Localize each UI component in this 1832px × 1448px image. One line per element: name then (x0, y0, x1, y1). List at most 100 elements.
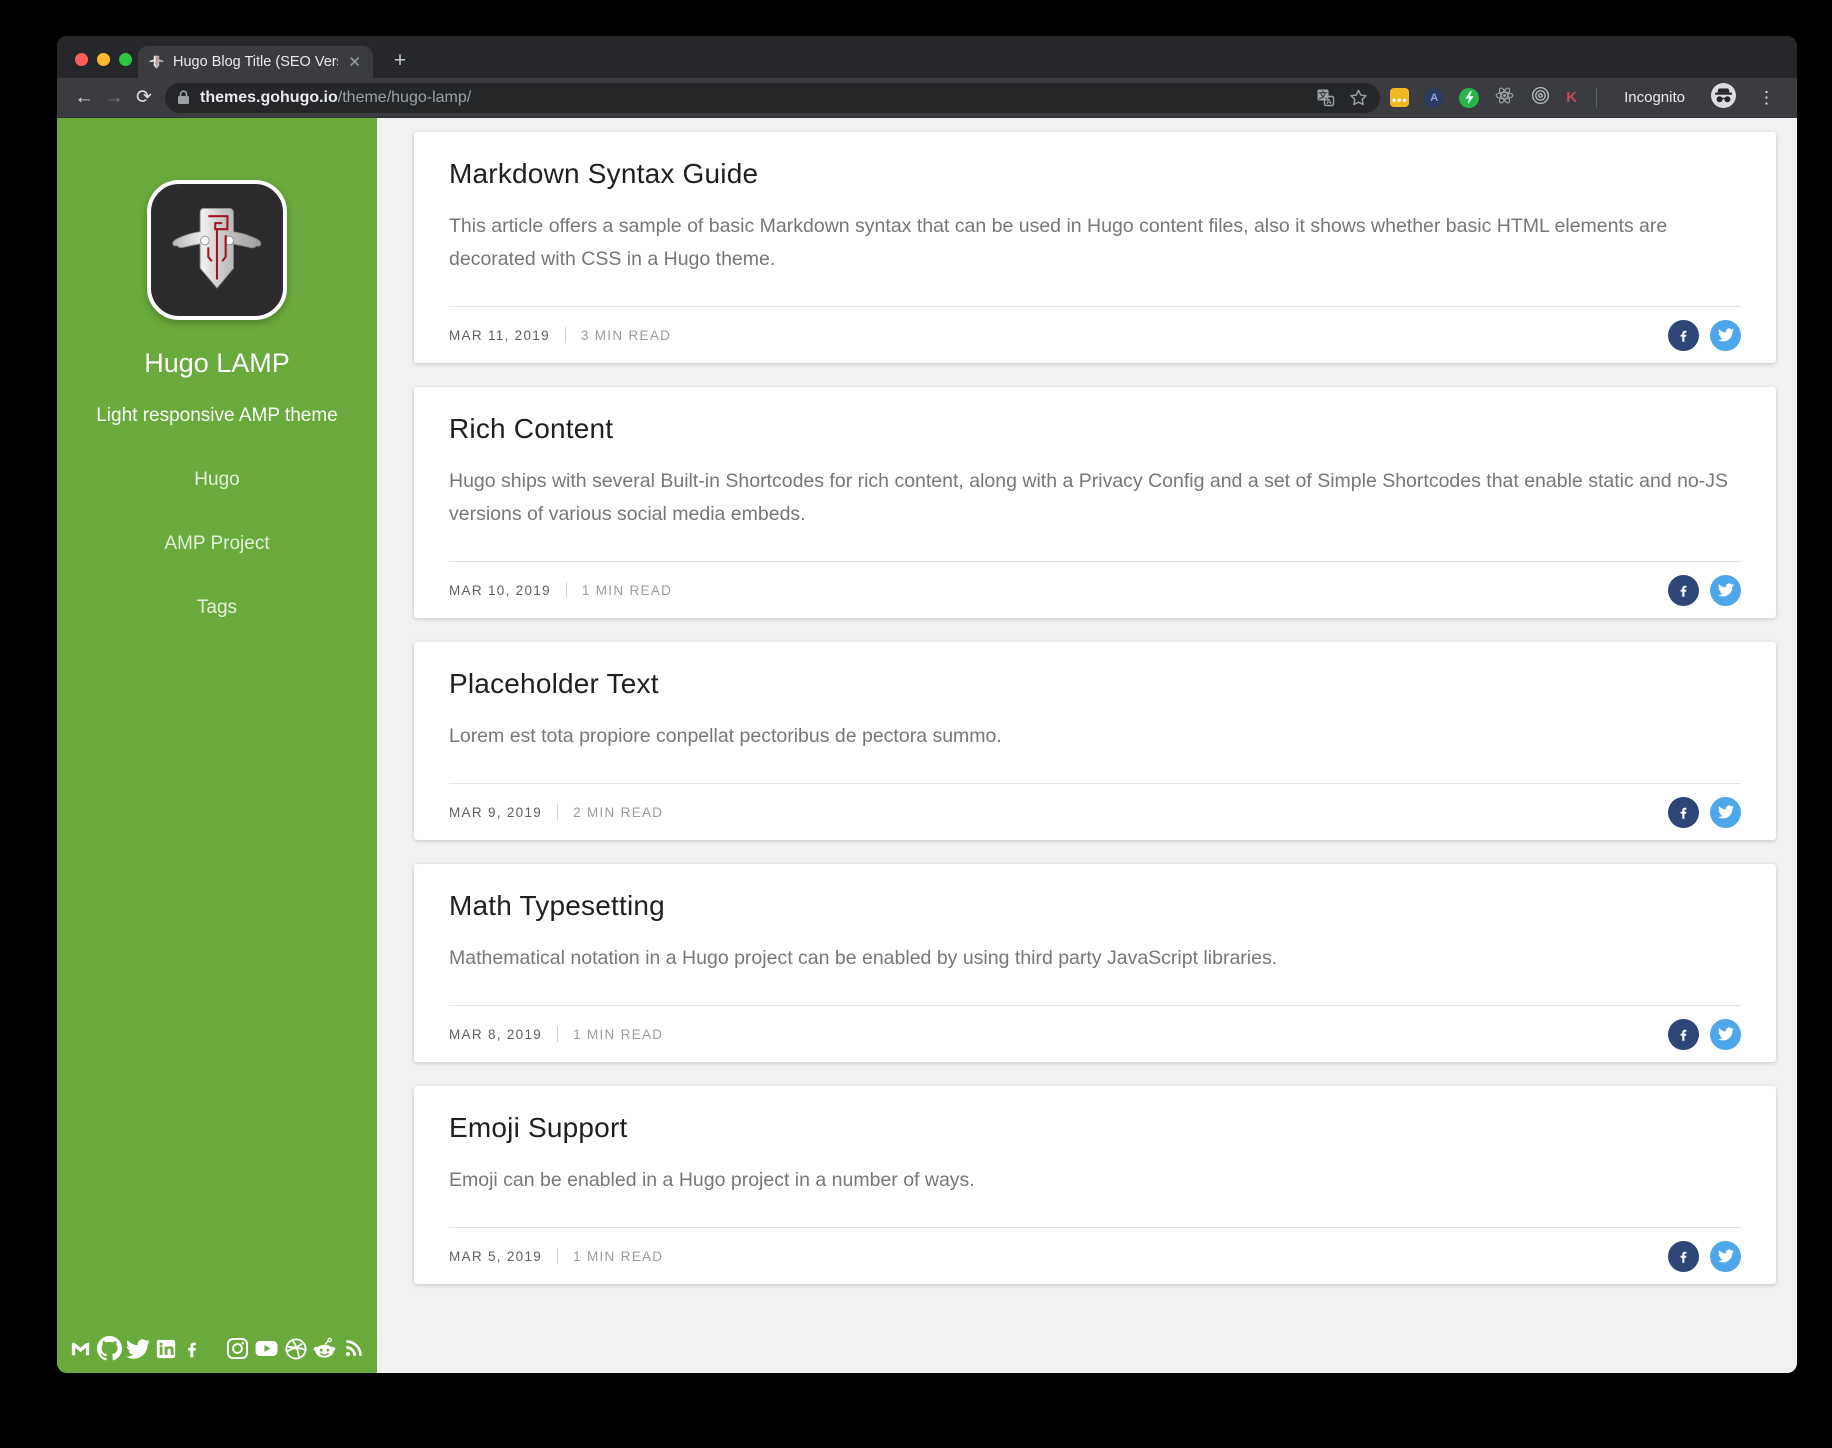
meta-separator (564, 327, 566, 343)
twitter-share-button[interactable] (1710, 796, 1741, 828)
tab-title: Hugo Blog Title (SEO Version) (173, 54, 338, 70)
post-title[interactable]: Placeholder Text (449, 668, 1741, 700)
extension-bolt-icon[interactable] (1459, 87, 1480, 108)
post-meta: MAR 10, 2019 1 MIN READ (449, 562, 1741, 618)
social-links (57, 1336, 377, 1361)
lamp-favicon (148, 54, 165, 71)
post-excerpt: Mathematical notation in a Hugo project … (449, 947, 1278, 969)
post-date: MAR 11, 2019 (449, 327, 550, 343)
extension-atom-icon[interactable] (1494, 85, 1515, 111)
lock-icon (178, 90, 189, 104)
meta-separator (565, 582, 567, 598)
bookmark-star-icon[interactable] (1349, 88, 1368, 107)
facebook-share-button[interactable] (1668, 319, 1699, 351)
tab-bar: Hugo Blog Title (SEO Version) ✕ + (57, 36, 1797, 78)
extensions-area: ••• A K Incognito ⋮ (1390, 82, 1781, 114)
post-title[interactable]: Math Typesetting (449, 890, 1741, 922)
close-tab-icon[interactable]: ✕ (346, 53, 363, 72)
post-card: Emoji Support Emoji can be enabled in a … (414, 1086, 1776, 1284)
dribbble-icon[interactable] (284, 1337, 308, 1361)
new-tab-button[interactable]: + (385, 46, 415, 76)
post-title[interactable]: Markdown Syntax Guide (449, 158, 1741, 190)
close-window-button[interactable] (75, 53, 88, 66)
post-excerpt: This article offers a sample of basic Ma… (449, 215, 1668, 270)
back-button[interactable]: ← (69, 83, 99, 113)
window-controls (75, 53, 132, 66)
post-date: MAR 10, 2019 (449, 582, 551, 598)
facebook-share-button[interactable] (1668, 1240, 1699, 1272)
svg-text:A: A (1327, 97, 1333, 106)
post-meta: MAR 11, 2019 3 MIN READ (449, 307, 1741, 363)
twitter-share-button[interactable] (1710, 1018, 1741, 1050)
browser-menu-icon[interactable]: ⋮ (1752, 88, 1781, 108)
post-card: Math Typesetting Mathematical notation i… (414, 864, 1776, 1062)
meta-separator (557, 1248, 559, 1264)
incognito-label: Incognito (1624, 89, 1685, 106)
minimize-window-button[interactable] (97, 53, 110, 66)
email-icon[interactable] (69, 1337, 92, 1360)
post-date: MAR 5, 2019 (449, 1248, 543, 1264)
meta-separator (557, 1026, 559, 1042)
post-date: MAR 8, 2019 (449, 1026, 543, 1042)
youtube-icon[interactable] (254, 1336, 279, 1361)
extension-a-icon[interactable]: A (1424, 87, 1445, 108)
post-read-time: 3 MIN READ (580, 327, 672, 343)
extension-target-icon[interactable] (1530, 85, 1551, 111)
post-read-time: 1 MIN READ (573, 1248, 664, 1264)
post-read-time: 1 MIN READ (573, 1026, 664, 1042)
post-excerpt: Hugo ships with several Built-in Shortco… (449, 470, 1729, 525)
url-host: themes.gohugo.io (200, 88, 338, 106)
facebook-share-button[interactable] (1668, 1018, 1699, 1050)
extension-dots-icon[interactable]: ••• (1390, 88, 1410, 107)
post-read-time: 1 MIN READ (581, 582, 673, 598)
post-title[interactable]: Rich Content (449, 413, 1741, 445)
facebook-icon[interactable] (182, 1339, 202, 1359)
sidebar: Hugo LAMP Light responsive AMP theme Hug… (57, 118, 377, 1373)
zoom-window-button[interactable] (119, 53, 132, 66)
url-text: themes.gohugo.io/theme/hugo-lamp/ (200, 89, 471, 107)
lamp-logo-icon (165, 198, 269, 302)
twitter-share-button[interactable] (1710, 1240, 1741, 1272)
post-card: Rich Content Hugo ships with several Bui… (414, 387, 1776, 618)
twitter-icon[interactable] (126, 1337, 151, 1361)
facebook-share-button[interactable] (1668, 574, 1699, 606)
linkedin-icon[interactable] (155, 1338, 177, 1360)
instagram-icon[interactable] (226, 1337, 249, 1360)
post-card: Placeholder Text Lorem est tota propiore… (414, 642, 1776, 840)
post-meta: MAR 8, 2019 1 MIN READ (449, 1006, 1741, 1062)
twitter-share-button[interactable] (1710, 574, 1741, 606)
browser-window: Hugo Blog Title (SEO Version) ✕ + ← → ⟳ … (57, 36, 1797, 1373)
twitter-share-button[interactable] (1710, 319, 1741, 351)
facebook-share-button[interactable] (1668, 796, 1699, 828)
post-list: Markdown Syntax Guide This article offer… (377, 118, 1797, 1373)
site-logo[interactable] (147, 180, 287, 320)
site-title: Hugo LAMP (144, 348, 290, 378)
site-subtitle: Light responsive AMP theme (96, 405, 338, 426)
post-excerpt: Emoji can be enabled in a Hugo project i… (449, 1169, 975, 1191)
reload-button[interactable]: ⟳ (129, 83, 159, 113)
toolbar-separator (1596, 87, 1598, 108)
post-meta: MAR 5, 2019 1 MIN READ (449, 1228, 1741, 1284)
post-title[interactable]: Emoji Support (449, 1112, 1741, 1144)
reddit-icon[interactable] (312, 1336, 337, 1361)
meta-separator (557, 804, 559, 820)
sidebar-item-tags[interactable]: Tags (57, 597, 377, 619)
translate-icon[interactable]: 文 A (1316, 88, 1335, 107)
sidebar-item-amp-project[interactable]: AMP Project (57, 533, 377, 555)
url-path: /theme/hugo-lamp/ (337, 88, 472, 106)
post-meta: MAR 9, 2019 2 MIN READ (449, 784, 1741, 840)
browser-toolbar: ← → ⟳ themes.gohugo.io/theme/hugo-lamp/ … (57, 78, 1797, 118)
post-read-time: 2 MIN READ (573, 804, 664, 820)
sidebar-item-hugo[interactable]: Hugo (57, 469, 377, 491)
post-excerpt: Lorem est tota propiore conpellat pector… (449, 725, 1002, 747)
page-body: Hugo LAMP Light responsive AMP theme Hug… (57, 118, 1797, 1373)
incognito-badge-icon (1710, 82, 1737, 114)
forward-button[interactable]: → (99, 83, 129, 113)
rss-icon[interactable] (342, 1337, 365, 1360)
post-date: MAR 9, 2019 (449, 804, 543, 820)
sidebar-nav: Hugo AMP Project Tags (57, 469, 377, 619)
extension-k-icon[interactable]: K (1566, 89, 1577, 106)
active-tab[interactable]: Hugo Blog Title (SEO Version) ✕ (138, 46, 373, 78)
address-bar[interactable]: themes.gohugo.io/theme/hugo-lamp/ 文 A (165, 82, 1381, 113)
github-icon[interactable] (96, 1336, 122, 1361)
